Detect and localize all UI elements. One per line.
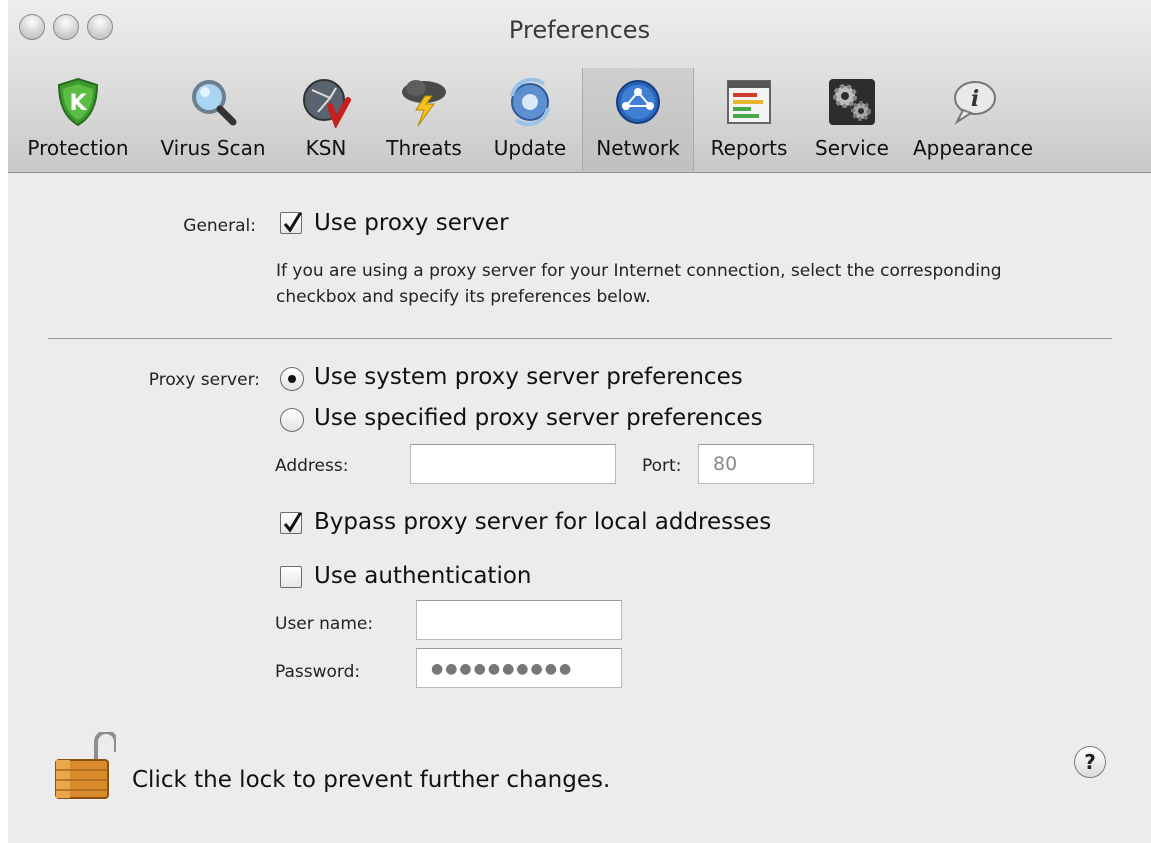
toolbar-item-network[interactable]: Network (582, 68, 694, 171)
toolbar-label: Service (815, 136, 889, 160)
username-label: User name: (275, 614, 374, 634)
info-bubble-icon: i (954, 81, 996, 125)
toolbar-label: KSN (305, 136, 347, 160)
port-label: Port: (642, 456, 682, 476)
toolbar-item-protection[interactable]: K Protection (8, 68, 148, 171)
proxy-server-label: Proxy server: (148, 370, 260, 390)
preferences-window: Preferences K Protection Virus Scan KSN … (8, 0, 1151, 843)
toolbar-label: Update (493, 136, 567, 160)
window-title: Preferences (508, 16, 651, 44)
toolbar-label: Appearance (912, 136, 1034, 160)
help-button[interactable]: ? (1074, 746, 1106, 778)
network-globe-icon (303, 79, 351, 128)
section-divider (48, 338, 1112, 339)
magnifier-icon (192, 80, 237, 126)
toolbar-label: Protection (27, 136, 129, 160)
svg-text:K: K (69, 91, 87, 116)
use-authentication-checkbox[interactable] (280, 566, 302, 588)
titlebar: Preferences K Protection Virus Scan KSN … (8, 0, 1151, 173)
toolbar-item-ksn[interactable]: KSN (286, 68, 366, 171)
toolbar-item-service[interactable]: Service (804, 68, 900, 171)
port-input[interactable]: 80 (698, 444, 814, 484)
port-value: 80 (713, 453, 738, 475)
use-authentication-label[interactable]: Use authentication (314, 563, 531, 589)
password-input[interactable]: ●●●●●●●●●● (416, 648, 622, 688)
radio-selected-dot (288, 375, 296, 383)
checkmark-icon (283, 211, 303, 233)
toolbar-item-update[interactable]: Update (484, 68, 576, 171)
use-proxy-label[interactable]: Use proxy server (314, 210, 509, 236)
address-input[interactable] (410, 444, 616, 484)
general-label: General: (183, 216, 256, 236)
bypass-local-checkbox[interactable] (280, 511, 303, 534)
use-proxy-checkbox[interactable] (280, 211, 303, 234)
system-proxy-radio[interactable] (280, 367, 304, 391)
toolbar-label: Reports (710, 136, 788, 160)
toolbar-item-appearance[interactable]: i Appearance (906, 68, 1040, 171)
toolbar-label: Virus Scan (160, 136, 266, 160)
toolbar-item-virus-scan[interactable]: Virus Scan (150, 68, 276, 171)
toolbar-item-reports[interactable]: Reports (700, 68, 798, 171)
lock-icon[interactable] (52, 732, 116, 800)
toolbar-label: Threats (386, 136, 462, 160)
address-label: Address: (275, 456, 349, 476)
specified-proxy-radio[interactable] (280, 408, 304, 432)
toolbar-label: Network (596, 136, 680, 160)
system-proxy-label[interactable]: Use system proxy server preferences (314, 364, 743, 390)
password-value: ●●●●●●●●●● (431, 661, 574, 677)
checkmark-icon (283, 511, 303, 533)
storm-cloud-icon (402, 80, 446, 127)
proxy-description: If you are using a proxy server for your… (276, 261, 1002, 307)
lock-text: Click the lock to prevent further change… (132, 767, 611, 793)
shield-icon: K (57, 77, 99, 127)
update-globe-icon (510, 77, 550, 127)
specified-proxy-label[interactable]: Use specified proxy server preferences (314, 405, 763, 431)
password-label: Password: (275, 662, 361, 682)
username-input[interactable] (416, 600, 622, 640)
bypass-local-label[interactable]: Bypass proxy server for local addresses (314, 509, 771, 535)
network-icon (616, 80, 660, 124)
gears-icon (829, 79, 875, 125)
svg-text:i: i (971, 86, 979, 112)
reports-icon (727, 80, 771, 124)
toolbar-item-threats[interactable]: Threats (372, 68, 476, 171)
